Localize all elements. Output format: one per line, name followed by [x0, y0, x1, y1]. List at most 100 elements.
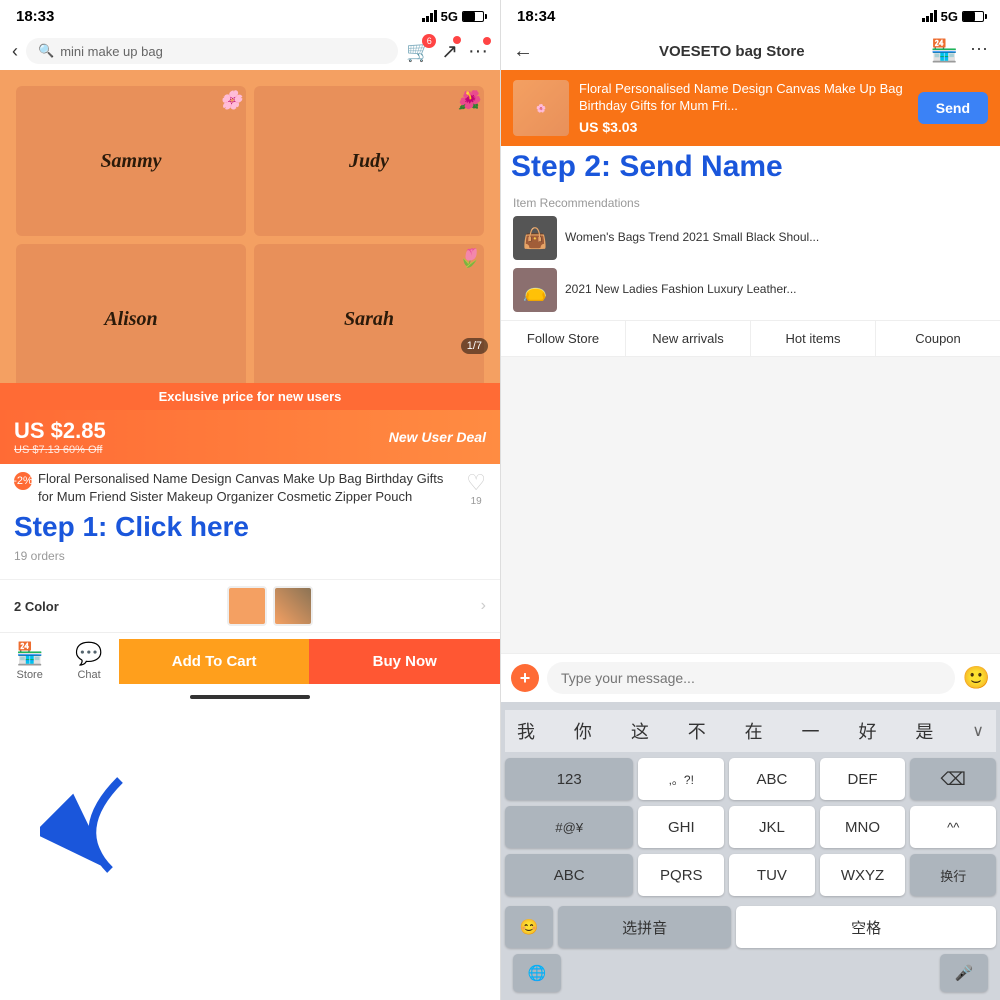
share-icon[interactable]: ↗	[441, 39, 458, 64]
swatch-2[interactable]	[273, 586, 313, 626]
store-title: VOESETO bag Store	[659, 43, 805, 60]
key-abc2[interactable]: ABC	[505, 854, 633, 896]
key-pinyin[interactable]: 选拼音	[558, 906, 731, 948]
flower-decoration-3: 🌷	[458, 248, 480, 269]
right-time: 18:34	[517, 8, 555, 25]
key-def[interactable]: DEF	[820, 758, 906, 800]
rec-thumb-1: 👜	[513, 216, 557, 260]
page-indicator: 1/7	[461, 338, 488, 354]
shop-icon[interactable]: 🏪	[931, 38, 958, 64]
cart-icon[interactable]: 🛒 6	[406, 39, 431, 64]
home-indicator	[0, 689, 500, 705]
product-thumbnail: 🌸	[513, 80, 569, 136]
key-globe[interactable]: 🌐	[513, 954, 561, 992]
key-emoji[interactable]: 😊	[505, 906, 553, 948]
key-space[interactable]: 空格	[736, 906, 996, 948]
signal-bars	[422, 10, 437, 22]
header-icons: 🛒 6 ↗ ···	[406, 39, 488, 64]
sug-8[interactable]: 是	[915, 718, 933, 744]
add-to-cart-button[interactable]: Add To Cart	[119, 639, 310, 684]
new-arrivals-button[interactable]: New arrivals	[626, 321, 751, 356]
buy-now-button[interactable]: Buy Now	[309, 639, 500, 684]
right-phone: 18:34 5G ← VOESETO bag Store 🏪 ··· 🌸 Flo…	[500, 0, 1000, 1000]
sug-1[interactable]: 我	[517, 718, 535, 744]
color-swatches	[227, 586, 313, 626]
flower-decoration-2: 🌺	[458, 90, 480, 111]
rec-title: Item Recommendations	[513, 196, 988, 210]
left-time: 18:33	[16, 8, 54, 25]
key-caret[interactable]: ^^	[910, 806, 996, 848]
current-price: US $2.85	[14, 418, 106, 444]
back-button[interactable]: ‹	[12, 41, 18, 62]
emoji-button[interactable]: 🙂	[963, 665, 990, 691]
sug-3[interactable]: 这	[631, 718, 649, 744]
sug-7[interactable]: 好	[858, 718, 876, 744]
message-input[interactable]	[547, 662, 955, 694]
chat-button[interactable]: 💬 Chat	[59, 633, 118, 689]
plus-button[interactable]: +	[511, 664, 539, 692]
right-more-icon[interactable]: ···	[970, 38, 988, 64]
key-newline[interactable]: 换行	[910, 854, 996, 896]
swatch-1[interactable]	[227, 586, 267, 626]
original-price: US $7.13 60% Off	[14, 444, 106, 456]
keyboard: 我 你 这 不 在 一 好 是 ∨ 123 ,。?! ABC DEF ⌫ #@¥…	[501, 702, 1000, 1000]
left-status-icons: 5G	[422, 9, 484, 24]
product-card-title: Floral Personalised Name Design Canvas M…	[579, 81, 908, 115]
heart-area[interactable]: ♡ 19	[466, 470, 486, 507]
price-section: US $2.85 US $7.13 60% Off New User Deal	[0, 410, 500, 464]
key-123[interactable]: 123	[505, 758, 633, 800]
sug-4[interactable]: 不	[688, 718, 706, 744]
bag-sarah: 🌷 Sarah	[254, 244, 484, 394]
chat-icon: 💬	[75, 641, 102, 667]
search-bar[interactable]: 🔍 mini make up bag	[26, 38, 398, 64]
rec-item-1[interactable]: 👜 Women's Bags Trend 2021 Small Black Sh…	[513, 216, 988, 260]
heart-icon[interactable]: ♡	[466, 470, 486, 496]
key-wxyz[interactable]: WXYZ	[820, 854, 906, 896]
sug-5[interactable]: 在	[745, 718, 763, 744]
follow-store-button[interactable]: Follow Store	[501, 321, 626, 356]
bottom-bar: 🏪 Store 💬 Chat Add To Cart Buy Now	[0, 632, 500, 689]
keyboard-suggestions: 我 你 这 不 在 一 好 是 ∨	[505, 710, 996, 752]
hot-items-button[interactable]: Hot items	[751, 321, 876, 356]
key-backspace[interactable]: ⌫	[910, 758, 996, 800]
key-mno[interactable]: MNO	[820, 806, 906, 848]
expand-icon[interactable]: ∨	[972, 721, 984, 741]
sug-2[interactable]: 你	[574, 718, 592, 744]
product-image: 🌸 Sammy 🌺 Judy Alison 🌷 Sarah 1/7 Exclus…	[0, 70, 500, 410]
store-button[interactable]: 🏪 Store	[0, 633, 59, 689]
more-icon[interactable]: ···	[468, 40, 488, 63]
key-row-2: #@¥ GHI JKL MNO ^^	[505, 806, 996, 848]
orders-area: 19 orders	[0, 543, 500, 569]
right-signal-bars	[922, 10, 937, 22]
bag-judy: 🌺 Judy	[254, 86, 484, 236]
color-section[interactable]: 2 Color ›	[0, 579, 500, 632]
product-card-info: Floral Personalised Name Design Canvas M…	[579, 81, 908, 135]
bag-name-1: Sammy	[100, 150, 161, 173]
coupon-button[interactable]: Coupon	[876, 321, 1000, 356]
heart-count: 19	[471, 496, 482, 507]
keyboard-bottom-row: 🌐 🎤	[505, 948, 996, 996]
key-pqrs[interactable]: PQRS	[638, 854, 724, 896]
send-button[interactable]: Send	[918, 92, 988, 124]
product-title: Floral Personalised Name Design Canvas M…	[38, 471, 443, 504]
key-row-1: 123 ,。?! ABC DEF ⌫	[505, 758, 996, 800]
keyboard-rows: 123 ,。?! ABC DEF ⌫ #@¥ GHI JKL MNO ^^ AB…	[505, 758, 996, 948]
right-back-button[interactable]: ←	[513, 40, 533, 63]
sug-6[interactable]: 一	[802, 718, 820, 744]
key-abc[interactable]: ABC	[729, 758, 815, 800]
orders-text: 19 orders	[14, 549, 65, 563]
new-user-deal: New User Deal	[389, 429, 486, 445]
key-ghi[interactable]: GHI	[638, 806, 724, 848]
key-jkl[interactable]: JKL	[729, 806, 815, 848]
key-mic[interactable]: 🎤	[940, 954, 988, 992]
cart-badge: 6	[422, 34, 436, 48]
store-actions: Follow Store New arrivals Hot items Coup…	[501, 321, 1000, 357]
key-punct[interactable]: ,。?!	[638, 758, 724, 800]
signal-type: 5G	[441, 9, 458, 24]
rec-item-title-2: 2021 New Ladies Fashion Luxury Leather..…	[565, 282, 796, 298]
rec-item-2[interactable]: 👝 2021 New Ladies Fashion Luxury Leather…	[513, 268, 988, 312]
rec-thumb-2: 👝	[513, 268, 557, 312]
key-tuv[interactable]: TUV	[729, 854, 815, 896]
bag-sammy: 🌸 Sammy	[16, 86, 246, 236]
key-special[interactable]: #@¥	[505, 806, 633, 848]
